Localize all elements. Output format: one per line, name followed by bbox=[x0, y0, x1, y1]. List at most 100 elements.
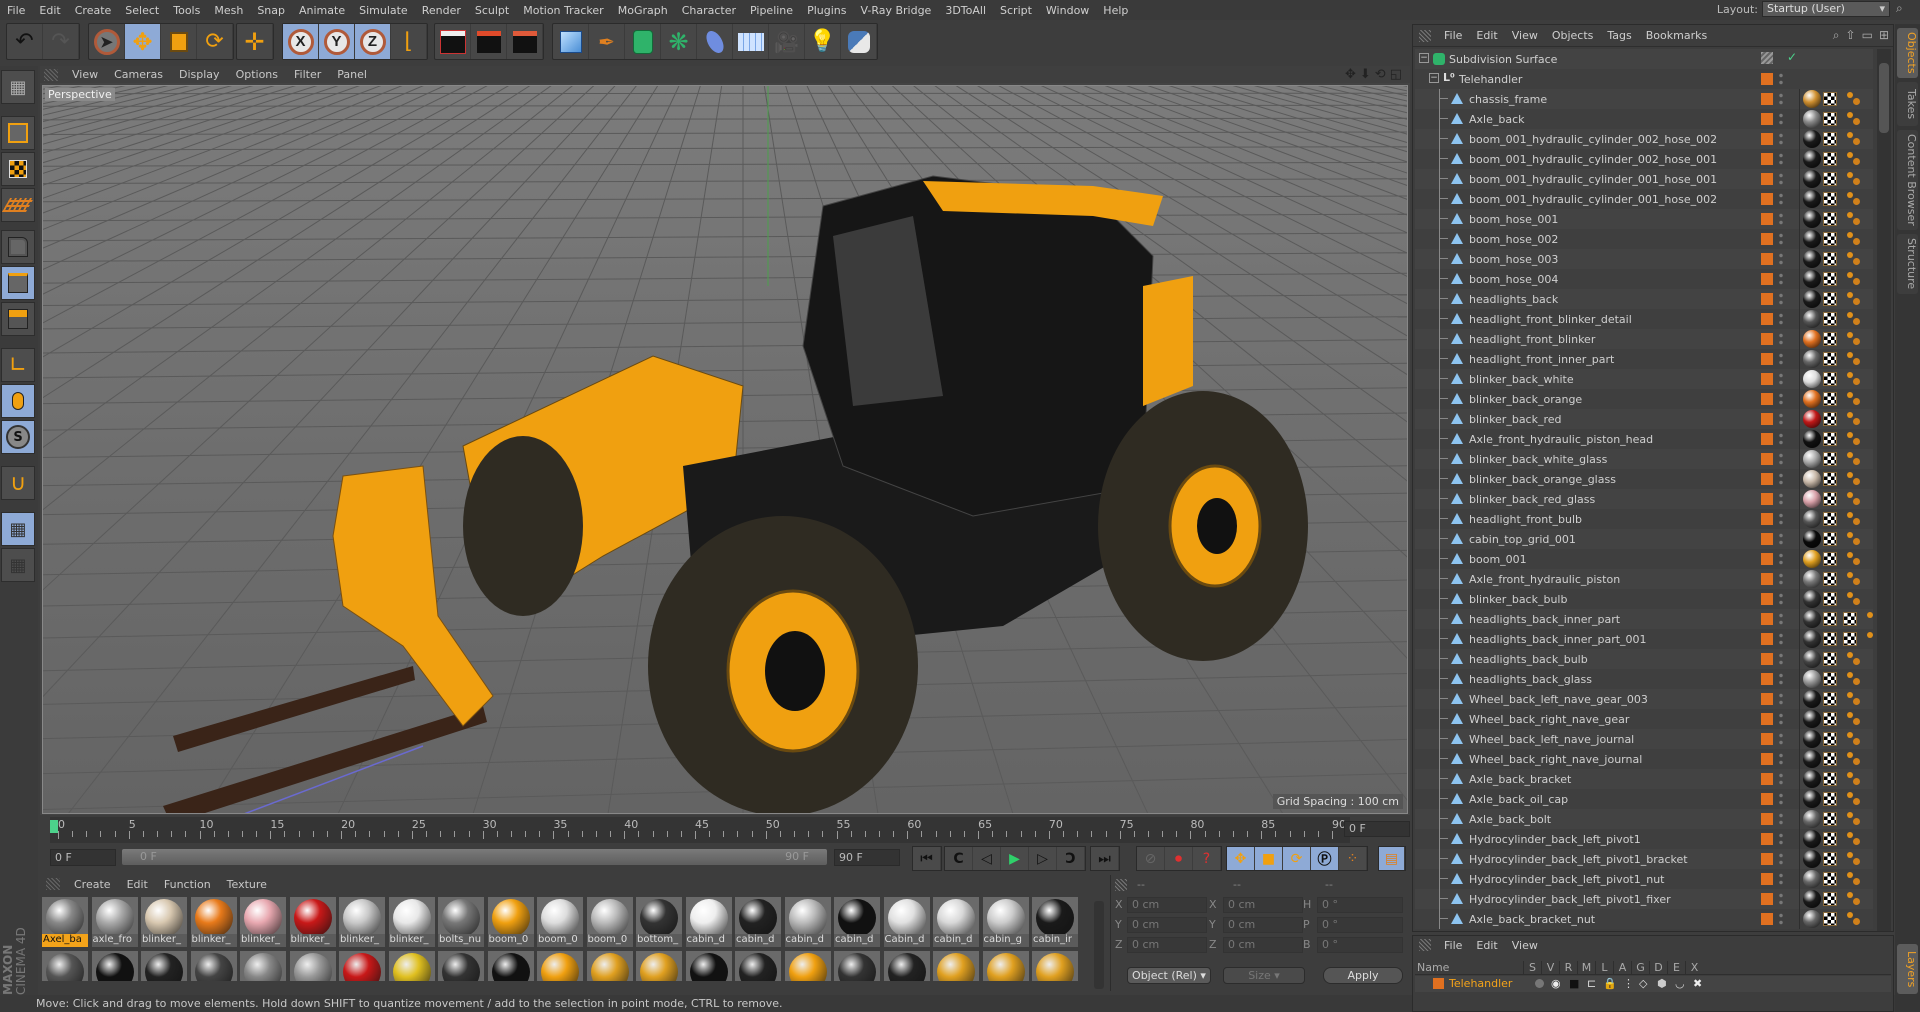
start-frame-field[interactable]: 0 F bbox=[50, 849, 116, 866]
object-row[interactable]: blinker_back_orange bbox=[1415, 389, 1873, 409]
material-tag-icon[interactable] bbox=[1803, 350, 1821, 368]
object-row[interactable]: headlights_back_inner_part bbox=[1415, 609, 1873, 629]
phong-tag-icon[interactable] bbox=[1867, 632, 1873, 646]
material-swatch[interactable]: cabin_g bbox=[982, 897, 1029, 947]
material-menu-edit[interactable]: Edit bbox=[119, 878, 156, 891]
goto-start-button[interactable]: ⏮ bbox=[913, 847, 941, 870]
layer-color-swatch[interactable] bbox=[1761, 733, 1773, 745]
uvw-tag-icon[interactable] bbox=[1823, 132, 1837, 146]
object-row[interactable]: boom_hose_001 bbox=[1415, 209, 1873, 229]
visible-eye-icon[interactable]: ◉ bbox=[1551, 977, 1561, 990]
layer-color-swatch[interactable] bbox=[1761, 193, 1773, 205]
visibility-dots-icon[interactable] bbox=[1779, 872, 1783, 886]
menu-render[interactable]: Render bbox=[415, 4, 468, 17]
y-axis-button[interactable]: Y bbox=[319, 24, 355, 59]
tab-content-browser[interactable]: Content Browser bbox=[1897, 130, 1918, 230]
menu-create[interactable]: Create bbox=[68, 4, 119, 17]
object-row[interactable]: Axle_back_bracket_nut bbox=[1415, 909, 1873, 929]
viewport-menu-view[interactable]: View bbox=[64, 68, 106, 81]
visibility-dots-icon[interactable] bbox=[1779, 352, 1783, 366]
phong-tag-icon[interactable] bbox=[1847, 192, 1861, 206]
uvw-tag-icon[interactable] bbox=[1823, 652, 1837, 666]
manager-toggle-icon[interactable]: ⊏ bbox=[1587, 977, 1596, 990]
collapse-toggle-icon[interactable]: − bbox=[1419, 53, 1429, 63]
visibility-dots-icon[interactable] bbox=[1779, 252, 1783, 266]
coordinate-field[interactable]: 0 ° bbox=[1317, 937, 1403, 953]
playhead[interactable] bbox=[50, 820, 58, 833]
material-swatch[interactable]: cabin_d bbox=[784, 897, 831, 947]
size-mode-select[interactable]: Size ▾ bbox=[1223, 967, 1305, 984]
object-row[interactable]: boom_001 bbox=[1415, 549, 1873, 569]
material-tag-icon[interactable] bbox=[1803, 750, 1821, 768]
layer-color-swatch[interactable] bbox=[1761, 853, 1773, 865]
uvw-tag-icon[interactable] bbox=[1823, 212, 1837, 226]
menu-pipeline[interactable]: Pipeline bbox=[743, 4, 800, 17]
material-tag-icon[interactable] bbox=[1803, 630, 1821, 648]
layer-color-swatch[interactable] bbox=[1761, 653, 1773, 665]
object-row[interactable]: headlight_front_inner_part bbox=[1415, 349, 1873, 369]
timeline-ruler[interactable]: 0 5 10 15 20 25 30 35 40 45 50 55 60 65 70 75 80 85 90 bbox=[50, 817, 1350, 843]
phong-tag-icon[interactable] bbox=[1847, 672, 1861, 686]
panel-grip-icon[interactable] bbox=[1419, 29, 1431, 42]
menu-window[interactable]: Window bbox=[1039, 4, 1096, 17]
coordinate-field[interactable]: 0 cm bbox=[1223, 897, 1303, 913]
material-tag-icon[interactable] bbox=[1803, 570, 1821, 588]
visibility-dots-icon[interactable] bbox=[1779, 192, 1783, 206]
object-row[interactable]: boom_hose_002 bbox=[1415, 229, 1873, 249]
menu-script[interactable]: Script bbox=[993, 4, 1039, 17]
uvw-tag-icon[interactable] bbox=[1823, 252, 1837, 266]
layout-dropdown[interactable]: Startup (User) bbox=[1762, 1, 1890, 17]
visibility-dots-icon[interactable] bbox=[1779, 312, 1783, 326]
visibility-dots-icon[interactable] bbox=[1779, 812, 1783, 826]
uvw-tag-icon[interactable] bbox=[1823, 672, 1837, 686]
workplane-lock-button[interactable]: ▦ bbox=[1, 512, 35, 546]
menu-mograph[interactable]: MoGraph bbox=[611, 4, 675, 17]
phong-tag-icon[interactable] bbox=[1847, 452, 1861, 466]
visibility-dots-icon[interactable] bbox=[1779, 212, 1783, 226]
uvw-tag-icon[interactable] bbox=[1823, 612, 1837, 626]
object-row[interactable]: boom_001_hydraulic_cylinder_002_hose_002 bbox=[1415, 129, 1873, 149]
material-swatch[interactable] bbox=[933, 951, 979, 981]
uvw-tag-icon[interactable] bbox=[1823, 352, 1837, 366]
viewport-menu-cameras[interactable]: Cameras bbox=[106, 68, 171, 81]
make-editable-button[interactable]: ▦ bbox=[1, 70, 35, 104]
uvw-tag-icon[interactable] bbox=[1823, 632, 1837, 646]
pen-button[interactable]: ✒ bbox=[589, 24, 625, 59]
layer-color-swatch[interactable] bbox=[1761, 393, 1773, 405]
collapse-toggle-icon[interactable]: − bbox=[1429, 73, 1439, 83]
material-swatch[interactable]: blinker_ bbox=[240, 897, 286, 947]
menu-edit[interactable]: Edit bbox=[32, 4, 67, 17]
visibility-dots-icon[interactable] bbox=[1779, 432, 1783, 446]
visibility-dots-icon[interactable] bbox=[1779, 832, 1783, 846]
layer-color-swatch[interactable] bbox=[1761, 113, 1773, 125]
uvw-tag-icon[interactable] bbox=[1823, 492, 1837, 506]
timeline-window-button[interactable]: ▤ bbox=[1379, 847, 1405, 870]
visibility-dots-icon[interactable] bbox=[1779, 772, 1783, 786]
layer-color-swatch[interactable] bbox=[1761, 833, 1773, 845]
material-tag-icon[interactable] bbox=[1803, 410, 1821, 428]
phong-tag-icon[interactable] bbox=[1867, 612, 1873, 626]
phong-tag-icon[interactable] bbox=[1847, 852, 1861, 866]
layer-color-swatch[interactable] bbox=[1761, 373, 1773, 385]
material-tag-icon[interactable] bbox=[1803, 370, 1821, 388]
object-row[interactable]: Wheel_back_right_nave_gear bbox=[1415, 709, 1873, 729]
tab-structure[interactable]: Structure bbox=[1897, 234, 1918, 294]
material-swatch[interactable] bbox=[982, 951, 1029, 981]
layer-color-swatch[interactable] bbox=[1761, 213, 1773, 225]
layer-column-g[interactable]: G bbox=[1631, 960, 1649, 974]
layer-menu-edit[interactable]: Edit bbox=[1469, 939, 1504, 952]
layer-color-swatch[interactable] bbox=[1761, 353, 1773, 365]
axis-mode-button[interactable]: ∟ bbox=[1, 348, 35, 382]
visibility-dots-icon[interactable] bbox=[1779, 592, 1783, 606]
layer-color-swatch[interactable] bbox=[1433, 978, 1444, 989]
object-menu-file[interactable]: File bbox=[1437, 29, 1469, 42]
material-menu-function[interactable]: Function bbox=[156, 878, 219, 891]
uvw-tag-icon[interactable] bbox=[1823, 572, 1837, 586]
material-swatch[interactable]: boom_0 bbox=[487, 897, 534, 947]
object-row[interactable]: cabin_top_grid_001 bbox=[1415, 529, 1873, 549]
phong-tag-icon[interactable] bbox=[1847, 872, 1861, 886]
model-mode-button[interactable] bbox=[1, 116, 35, 150]
visibility-dots-icon[interactable] bbox=[1779, 292, 1783, 306]
material-tag-icon[interactable] bbox=[1803, 790, 1821, 808]
3d-viewport[interactable]: Perspective Grid Spacing : 100 cm bbox=[42, 85, 1408, 814]
